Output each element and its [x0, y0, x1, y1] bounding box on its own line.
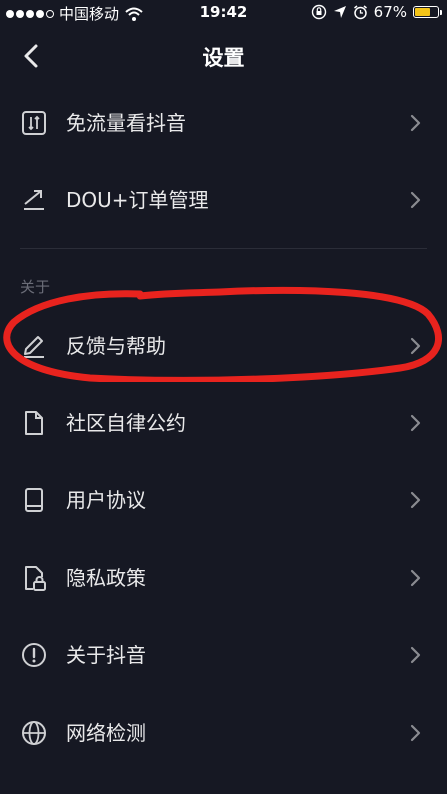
settings-item-label: 隐私政策 — [66, 566, 146, 590]
battery-level — [415, 8, 430, 16]
settings-item-privacy-policy[interactable]: 隐私政策 — [0, 539, 447, 617]
chevron-right-icon — [410, 414, 421, 432]
settings-item-feedback-help[interactable]: 反馈与帮助 — [0, 307, 447, 385]
battery-icon — [413, 6, 442, 18]
nav-bar: 设置 — [0, 26, 447, 86]
chevron-right-icon — [410, 569, 421, 587]
chevron-right-icon — [410, 724, 421, 742]
battery-percent: 67% — [373, 3, 407, 21]
section-divider — [20, 248, 427, 249]
info-icon — [22, 643, 46, 667]
chevron-right-icon — [410, 646, 421, 664]
trend-icon — [24, 190, 44, 210]
data-traffic-icon — [22, 111, 46, 135]
section-header-about: 关于 — [20, 278, 51, 296]
settings-item-label: 反馈与帮助 — [66, 334, 166, 358]
rotation-lock-icon — [311, 4, 326, 20]
settings-item-network-check[interactable]: 网络检测 — [0, 694, 447, 772]
settings-item-label: DOU+订单管理 — [66, 188, 209, 212]
location-arrow-icon — [333, 6, 346, 18]
settings-item-about-douyin[interactable]: 关于抖音 — [0, 616, 447, 694]
privacy-lock-icon — [25, 566, 46, 591]
chevron-right-icon — [410, 337, 421, 355]
globe-icon — [22, 721, 46, 745]
settings-item-label: 关于抖音 — [66, 643, 146, 667]
settings-item-label: 用户协议 — [66, 488, 146, 512]
book-icon — [25, 488, 43, 512]
status-bar: 中国移动 19:42 67% — [0, 0, 447, 26]
chevron-right-icon — [410, 114, 421, 132]
settings-item-dou-orders[interactable]: DOU+订单管理 — [0, 161, 447, 239]
settings-item-label: 免流量看抖音 — [66, 111, 186, 135]
alarm-icon — [353, 4, 367, 19]
chevron-right-icon — [410, 491, 421, 509]
settings-item-label: 社区自律公约 — [66, 411, 186, 435]
edit-icon — [24, 336, 44, 358]
status-bar-right: 67% — [311, 3, 442, 21]
chevron-right-icon — [410, 191, 421, 209]
settings-item-free-data[interactable]: 免流量看抖音 — [0, 84, 447, 162]
settings-item-label: 网络检测 — [66, 721, 146, 745]
settings-item-user-agreement[interactable]: 用户协议 — [0, 461, 447, 539]
settings-item-community-guidelines[interactable]: 社区自律公约 — [0, 384, 447, 462]
page-title: 设置 — [202, 46, 245, 70]
document-icon — [25, 411, 43, 435]
